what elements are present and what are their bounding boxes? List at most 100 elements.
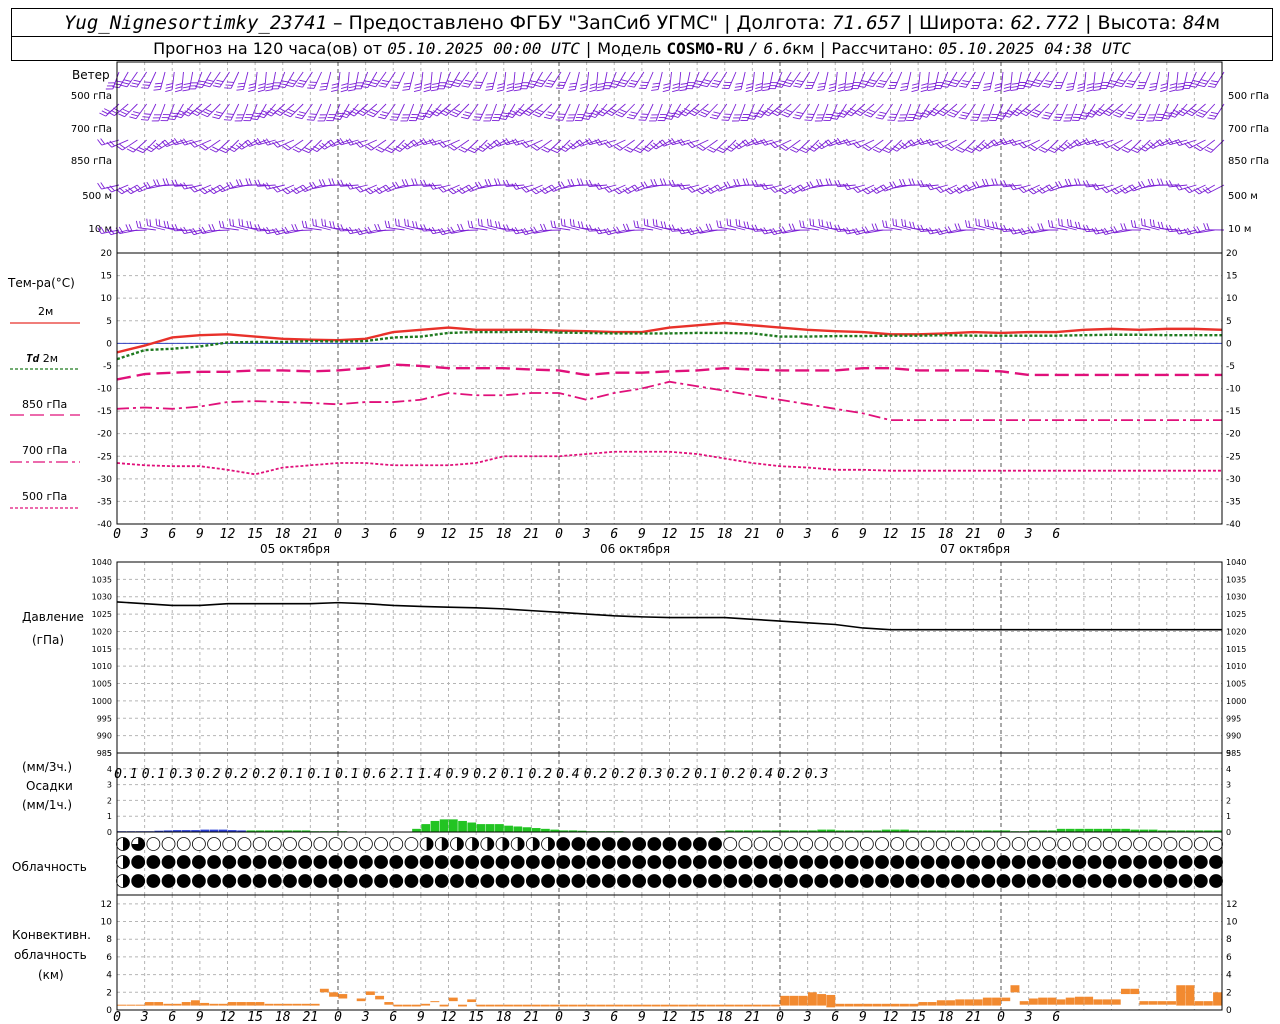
wind-level-right-1: 700 гПа xyxy=(1228,124,1269,135)
wind-barb-feather xyxy=(1019,112,1027,117)
cloud-circle xyxy=(829,874,844,888)
wind-barb-feather xyxy=(1102,112,1110,117)
wind-barb xyxy=(271,71,276,90)
wind-barb xyxy=(955,71,967,88)
wind-barb-feather xyxy=(367,187,374,193)
wind-barb xyxy=(458,71,470,88)
cloud-circle xyxy=(1057,837,1072,851)
wind-barb-feather xyxy=(140,119,149,121)
wind-barb-feather xyxy=(866,111,874,116)
cloud-circle xyxy=(1072,874,1087,888)
x-tick-label: 21 xyxy=(966,527,982,542)
cloud-circle xyxy=(981,855,996,869)
pressure-ytick-left: 1035 xyxy=(92,575,112,584)
cloud-circle xyxy=(328,837,343,851)
wind-barb-feather xyxy=(248,86,256,89)
cloud-circle xyxy=(632,855,647,869)
pressure-ytick-left: 1020 xyxy=(92,627,112,636)
wind-barb-feather xyxy=(796,111,804,115)
x-tick-label: 15 xyxy=(468,527,484,542)
precip-ytick-left: 3 xyxy=(107,781,112,790)
wind-barb-feather xyxy=(472,119,480,121)
precip-sum3h-label: 0.2 xyxy=(252,767,276,782)
x-tick-label: 12 xyxy=(441,527,457,542)
conv-bar xyxy=(964,999,974,1006)
wind-barb xyxy=(645,71,654,89)
wind-level-right-4: 10 м xyxy=(1228,224,1251,235)
wind-barb-feather xyxy=(704,79,712,82)
x-tick-label-bottom: 12 xyxy=(441,1010,457,1024)
wind-barb-feather xyxy=(403,82,411,85)
precip-bar-rain xyxy=(495,824,504,832)
wind-barb-feather xyxy=(1003,180,1008,187)
wind-barb-feather xyxy=(1169,86,1177,89)
cloud-circle xyxy=(146,855,161,869)
wind-barb-feather xyxy=(498,117,506,120)
wind-barb-feather xyxy=(193,109,201,114)
wind-barb-feather xyxy=(713,79,721,83)
precip-bar-rain xyxy=(504,825,513,832)
wind-barb xyxy=(562,71,571,89)
wind-barb-feather xyxy=(818,218,821,226)
wind-barb xyxy=(789,71,801,88)
wind-barb-feather xyxy=(643,218,646,226)
wind-barb-feather xyxy=(610,83,618,86)
conv-bar xyxy=(596,1004,606,1007)
wind-barb-feather xyxy=(1010,89,1018,92)
cloud-circle xyxy=(389,855,404,869)
wind-barb-feather xyxy=(1043,82,1051,86)
wind-barb-feather xyxy=(1022,109,1029,115)
wind-barb-feather xyxy=(567,179,572,186)
conv-bar xyxy=(752,1004,762,1007)
cloud-circle xyxy=(859,837,874,851)
precip-sum3h-label: 0.1 xyxy=(114,767,137,782)
wind-barb-feather xyxy=(414,86,422,89)
wind-barb xyxy=(241,103,249,122)
wind-barb-feather xyxy=(216,79,224,83)
cloud-circle xyxy=(784,874,798,888)
wind-barb xyxy=(541,71,553,88)
wind-barb-feather xyxy=(486,218,489,226)
wind-barb-feather xyxy=(370,81,378,85)
wind-barb-feather xyxy=(333,118,341,121)
pressure-ytick-right: 1015 xyxy=(1226,645,1246,654)
wind-barb-feather xyxy=(1210,111,1218,115)
wind-barb-feather xyxy=(892,181,897,188)
wind-barb-feather xyxy=(864,187,871,193)
wind-barb-feather xyxy=(1190,82,1198,85)
wind-barb-feather xyxy=(1193,189,1200,195)
wind-barb-feather xyxy=(1027,189,1034,195)
wind-barb xyxy=(479,71,488,89)
wind-barb-feather xyxy=(238,218,241,226)
x-tick-label: 3 xyxy=(803,527,812,542)
wind-barb-feather xyxy=(543,116,551,120)
cloud-circle xyxy=(1102,855,1117,869)
wind-barb-feather xyxy=(136,149,144,154)
wind-barb-feather xyxy=(451,84,459,88)
date-label-1: 05 октября xyxy=(260,542,331,556)
cloud-circle xyxy=(267,874,282,888)
wind-barb-feather xyxy=(763,82,771,85)
wind-barb-feather xyxy=(141,87,149,89)
cloud-circle xyxy=(1042,874,1056,888)
cloud-circle xyxy=(252,837,267,851)
cloud-circle xyxy=(981,874,996,888)
cloud-circle xyxy=(905,874,920,888)
wind-barb-feather xyxy=(982,89,990,92)
wind-barb xyxy=(126,71,138,88)
cloud-circle xyxy=(677,855,692,869)
temp-ytick-right: -30 xyxy=(1226,475,1241,485)
wind-barb-feather xyxy=(965,149,972,154)
x-tick-label-bottom: 3 xyxy=(803,1010,812,1024)
wind-barb-feather xyxy=(762,89,770,92)
wind-barb-feather xyxy=(861,80,869,83)
wind-barb-feather xyxy=(572,219,575,227)
x-tick-label-bottom: 21 xyxy=(303,1010,319,1024)
wind-barb-feather xyxy=(994,178,998,186)
wind-barb-feather xyxy=(468,149,475,154)
x-tick-label-bottom: 15 xyxy=(689,1010,705,1024)
cloud-circle xyxy=(358,837,373,851)
conv-ytick-right: 8 xyxy=(1226,935,1232,945)
conv-bar xyxy=(1102,999,1112,1005)
wind-barb-feather xyxy=(912,221,916,229)
